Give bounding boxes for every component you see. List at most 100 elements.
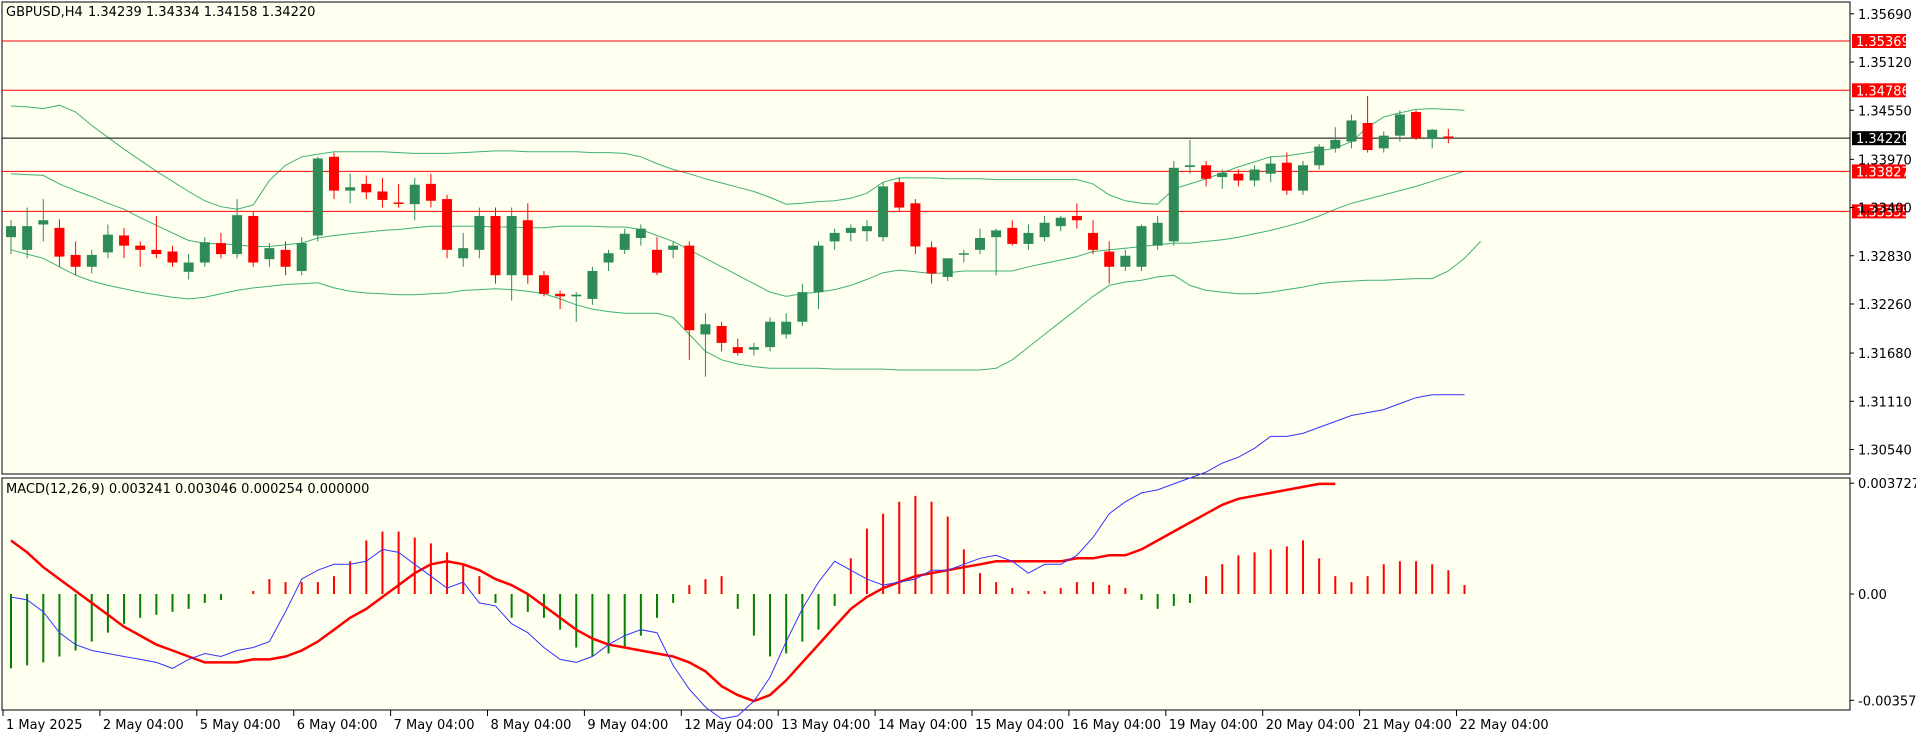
candle-body — [813, 245, 824, 293]
time-tick-label: 9 May 04:00 — [587, 718, 668, 733]
candle-body — [1249, 169, 1260, 181]
candle-body — [635, 228, 646, 238]
candle-body — [1168, 167, 1179, 242]
candle-body — [538, 275, 549, 294]
candle-body — [345, 187, 356, 191]
candle-body — [1217, 172, 1228, 178]
candle-body — [765, 321, 776, 348]
candle-body — [1136, 226, 1147, 267]
candle-body — [232, 215, 243, 255]
candle-body — [296, 243, 307, 271]
time-tick-label: 12 May 04:00 — [684, 718, 773, 733]
candle-body — [1104, 251, 1115, 267]
price-tick-label: 1.31680 — [1858, 347, 1912, 362]
time-tick-label: 13 May 04:00 — [781, 718, 870, 733]
time-tick-label: 1 May 2025 — [6, 718, 83, 733]
bear-candle — [1411, 110, 1422, 140]
time-tick-label: 6 May 04:00 — [297, 718, 378, 733]
candle-body — [393, 202, 404, 204]
price-tick-label: 1.32260 — [1858, 298, 1912, 313]
chart-ohlc: 1.34239 1.34334 1.34158 1.34220 — [88, 5, 315, 20]
candle-body — [910, 203, 921, 247]
macd-title: MACD(12,26,9) 0.003241 0.003046 0.000254… — [6, 482, 369, 497]
bull-candle — [1136, 224, 1147, 271]
candle-body — [119, 235, 130, 246]
candle-body — [135, 245, 146, 250]
macd-tick-label: 0.00 — [1858, 588, 1887, 603]
price-tick-label: 1.35690 — [1858, 8, 1912, 23]
candle-body — [975, 238, 985, 250]
candle-body — [1023, 232, 1034, 244]
candle-body — [425, 183, 436, 201]
bear-candle — [248, 211, 259, 267]
bear-candle — [910, 199, 921, 255]
candle-body — [652, 249, 662, 273]
candle-body — [861, 226, 872, 232]
time-tick-label: 16 May 04:00 — [1072, 718, 1161, 733]
candle-body — [199, 242, 210, 263]
time-tick-label: 21 May 04:00 — [1363, 718, 1452, 733]
bear-candle — [894, 177, 905, 212]
bull-candle — [1298, 161, 1308, 195]
candle-body — [312, 158, 323, 236]
candle-body — [619, 233, 630, 250]
time-tick-label: 15 May 04:00 — [975, 718, 1064, 733]
bull-candle — [765, 317, 776, 352]
candle-body — [1233, 173, 1244, 181]
macd-tick-label: -0.003575 — [1858, 694, 1916, 709]
candle-body — [54, 227, 65, 257]
chart-canvas: GBPUSD,H4 1.34239 1.34334 1.34158 1.3422… — [0, 0, 1916, 737]
time-tick-label: 19 May 04:00 — [1169, 718, 1258, 733]
candle-body — [6, 226, 16, 238]
candle-body — [474, 216, 485, 250]
candle-body — [926, 247, 937, 274]
candle-body — [70, 254, 81, 267]
candle-body — [716, 325, 727, 343]
price-pane[interactable]: GBPUSD,H4 1.34239 1.34334 1.34158 1.3422… — [1, 1, 1851, 475]
candle-body — [1184, 165, 1195, 167]
candle-body — [151, 249, 162, 255]
candle-body — [1298, 165, 1308, 191]
candle-body — [555, 293, 566, 297]
candle-body — [991, 230, 1002, 238]
candle-body — [684, 245, 695, 331]
candle-body — [1443, 136, 1454, 139]
candle-body — [1088, 232, 1099, 250]
candle-body — [22, 226, 33, 250]
time-tick-label: 14 May 04:00 — [878, 718, 967, 733]
price-pane-background — [1, 1, 1851, 475]
candle-body — [748, 347, 759, 350]
candle-body — [167, 251, 178, 263]
candle-body — [215, 243, 226, 255]
candle-body — [102, 234, 113, 253]
level-price-label: 1.34786 — [1856, 84, 1910, 99]
candle-body — [1071, 216, 1082, 221]
price-tick-label: 1.33970 — [1858, 153, 1912, 168]
price-tick-label: 1.32830 — [1858, 250, 1912, 265]
candle-body — [38, 220, 49, 225]
price-tick-label: 1.35120 — [1858, 56, 1912, 71]
candle-body — [506, 216, 517, 276]
price-tick-label: 1.31110 — [1858, 395, 1912, 410]
price-tick-label: 1.33400 — [1858, 202, 1912, 217]
level-price-label: 1.35369 — [1856, 35, 1910, 50]
candle-body — [442, 199, 453, 250]
price-tick-label: 1.34550 — [1858, 104, 1912, 119]
candle-body — [1346, 120, 1357, 142]
candle-body — [248, 216, 259, 263]
bear-candle — [490, 207, 501, 284]
candle-body — [522, 220, 533, 276]
time-tick-label: 2 May 04:00 — [103, 718, 184, 733]
macd-pane-background — [1, 477, 1851, 711]
candle-body — [458, 248, 469, 259]
time-tick-label: 22 May 04:00 — [1460, 718, 1549, 733]
candle-body — [1394, 114, 1405, 136]
candle-body — [490, 216, 501, 276]
bull-candle — [1168, 161, 1179, 246]
candle-body — [668, 245, 679, 250]
candle-body — [1411, 111, 1422, 139]
bull-candle — [312, 156, 323, 242]
candle-body — [571, 294, 582, 297]
candle-body — [700, 324, 711, 335]
candle-body — [183, 262, 194, 272]
